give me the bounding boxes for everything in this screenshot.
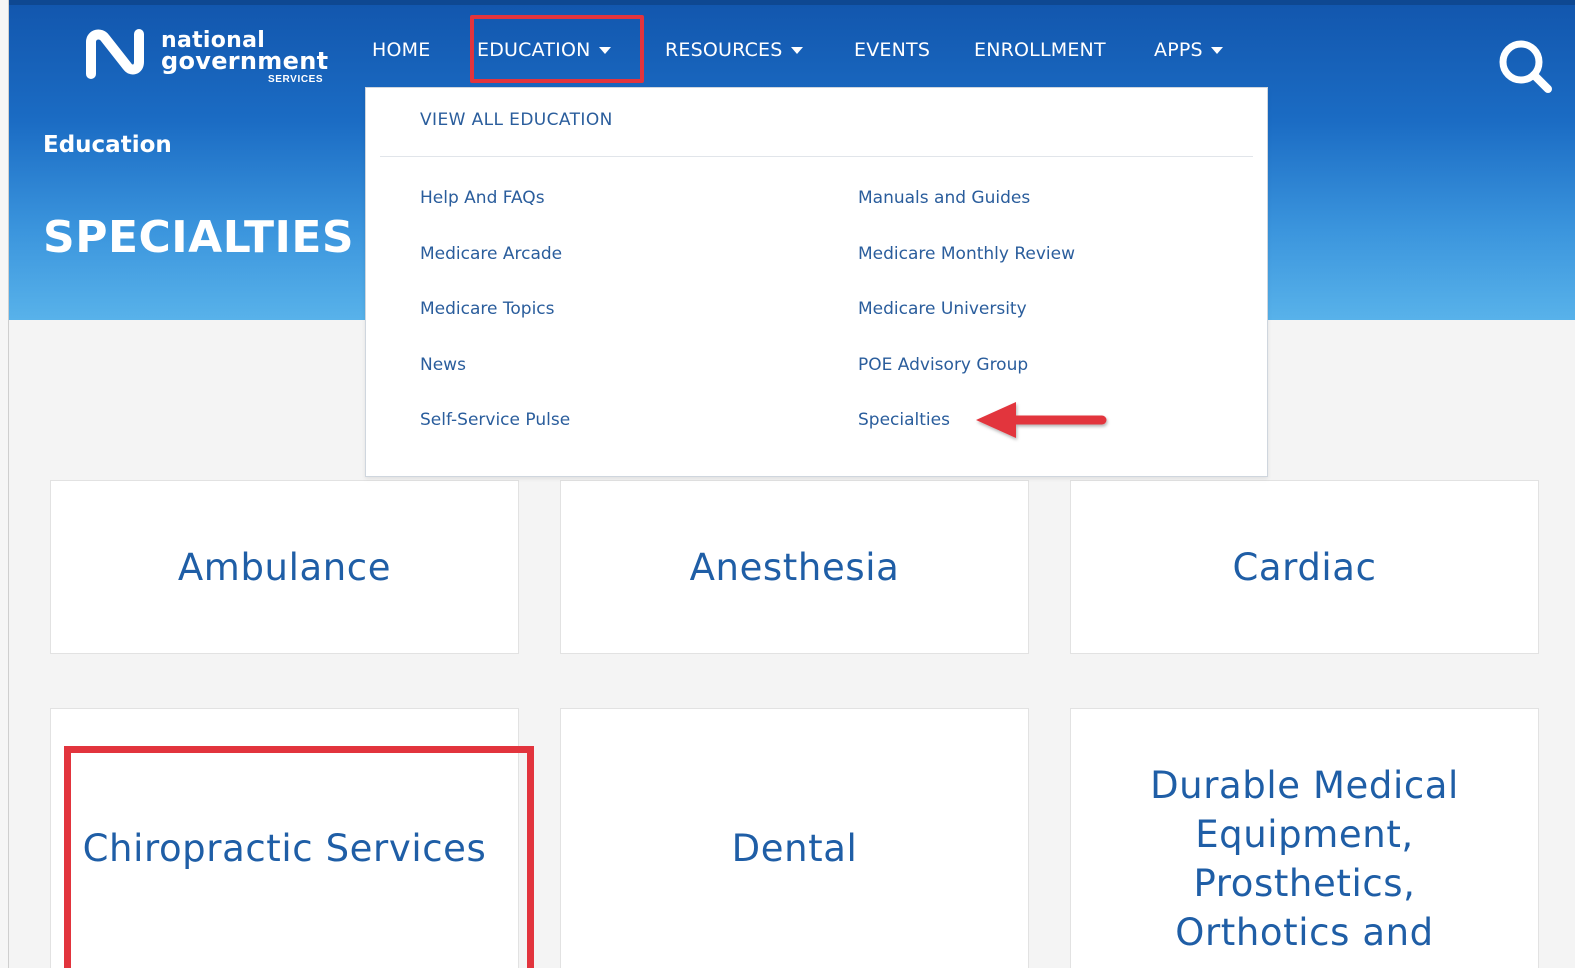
chevron-down-icon [790, 47, 803, 54]
card-dental[interactable]: Dental [560, 708, 1029, 968]
page-title: SPECIALTIES [43, 212, 355, 263]
page: national government SERVICES HOME EDUCAT… [8, 0, 1575, 968]
nav-home[interactable]: HOME [372, 36, 430, 64]
annotation-arrow-icon [976, 402, 1107, 438]
dropdown-link-medicare-topics[interactable]: Medicare Topics [420, 299, 555, 319]
view-all-education-link[interactable]: VIEW ALL EDUCATION [420, 110, 613, 130]
dropdown-link-news[interactable]: News [420, 355, 466, 375]
nav-enrollment[interactable]: ENROLLMENT [974, 36, 1106, 64]
nav-home-label: HOME [372, 39, 431, 61]
breadcrumb[interactable]: Education [43, 132, 172, 158]
education-highlight-box [470, 15, 644, 83]
dropdown-link-help-faqs[interactable]: Help And FAQs [420, 188, 545, 208]
search-icon [1499, 40, 1552, 93]
dropdown-link-self-service-pulse[interactable]: Self-Service Pulse [420, 410, 570, 430]
card-durable-medical-equipment[interactable]: Durable Medical Equipment, Prosthetics, … [1070, 708, 1539, 968]
dropdown-link-manuals-guides[interactable]: Manuals and Guides [858, 188, 1030, 208]
dropdown-divider [380, 156, 1253, 157]
chiropractic-highlight-box [64, 746, 534, 968]
logo-mark-icon [86, 29, 144, 79]
logo-text-government: government [161, 47, 329, 75]
card-label: Cardiac [1232, 545, 1377, 589]
dropdown-link-medicare-monthly-review[interactable]: Medicare Monthly Review [858, 244, 1075, 264]
search-button[interactable] [1495, 36, 1557, 98]
card-label: Dental [731, 826, 858, 870]
card-ambulance[interactable]: Ambulance [50, 480, 519, 654]
nav-events-label: EVENTS [854, 39, 931, 61]
logo-text-services: SERVICES [268, 74, 324, 85]
nav-enrollment-label: ENROLLMENT [974, 39, 1106, 61]
card-label: Anesthesia [689, 545, 900, 589]
nav-resources-label: RESOURCES [665, 39, 783, 61]
dropdown-link-medicare-arcade[interactable]: Medicare Arcade [420, 244, 562, 264]
ngs-logo[interactable]: national government SERVICES [83, 26, 343, 90]
nav-apps-label: APPS [1154, 39, 1203, 61]
dropdown-link-poe-advisory-group[interactable]: POE Advisory Group [858, 355, 1028, 375]
card-anesthesia[interactable]: Anesthesia [560, 480, 1029, 654]
card-label: Durable Medical Equipment, Prosthetics, … [1150, 764, 1459, 954]
dropdown-link-specialties[interactable]: Specialties [858, 410, 950, 430]
nav-resources[interactable]: RESOURCES [665, 36, 803, 64]
education-dropdown-menu: VIEW ALL EDUCATION Help And FAQs Medicar… [365, 87, 1268, 477]
card-label: Ambulance [177, 545, 392, 589]
dropdown-link-medicare-university[interactable]: Medicare University [858, 299, 1027, 319]
card-cardiac[interactable]: Cardiac [1070, 480, 1539, 654]
header-top-border [9, 0, 1575, 5]
nav-apps[interactable]: APPS [1154, 36, 1223, 64]
nav-events[interactable]: EVENTS [854, 36, 930, 64]
chevron-down-icon [1210, 47, 1223, 54]
